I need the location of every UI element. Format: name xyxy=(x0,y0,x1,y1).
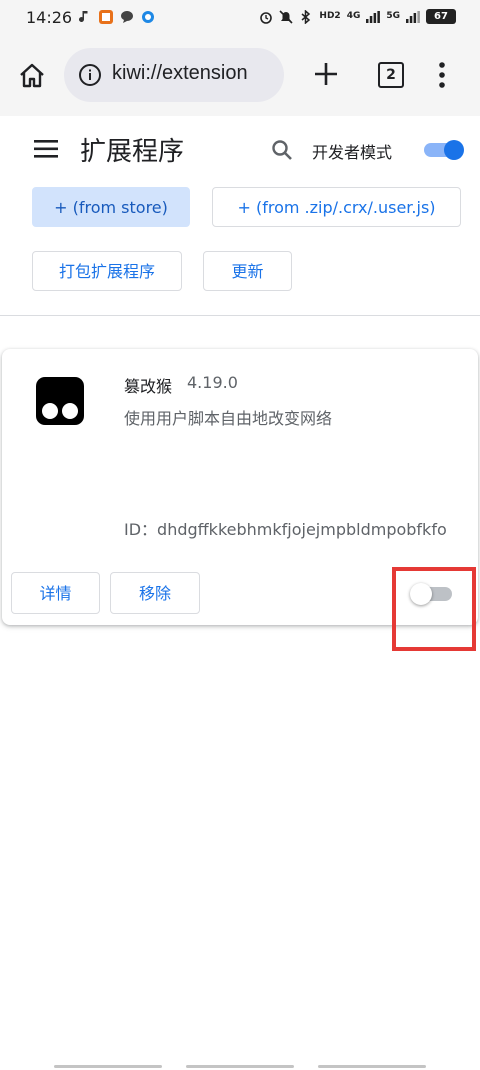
section-divider xyxy=(0,315,480,316)
alarm-icon xyxy=(259,10,273,24)
toggle-knob xyxy=(444,140,464,160)
browser-notification-icon xyxy=(141,10,155,24)
browser-toolbar: kiwi://extension 2 xyxy=(0,36,480,116)
logo-eye-right xyxy=(62,403,78,419)
url-text[interactable]: kiwi://extension xyxy=(112,62,248,85)
remove-button[interactable]: 移除 xyxy=(110,572,200,614)
message-icon xyxy=(120,10,134,24)
more-menu-icon[interactable] xyxy=(432,60,452,90)
nav-hint-left xyxy=(54,1065,162,1068)
load-from-store-button[interactable]: + (from store) xyxy=(32,187,190,227)
status-bar: 14:26 HD2 4G 5G 67 xyxy=(0,0,480,36)
bluetooth-icon xyxy=(299,9,313,24)
extension-description: 使用用户脚本自由地改变网络 xyxy=(124,409,333,428)
signal-icon xyxy=(366,10,381,24)
mute-icon xyxy=(279,9,293,24)
info-icon[interactable] xyxy=(78,63,102,87)
status-time: 14:26 xyxy=(26,8,73,27)
battery-indicator: 67 xyxy=(426,9,456,24)
details-button[interactable]: 详情 xyxy=(11,572,100,614)
logo-eye-left xyxy=(42,403,58,419)
tampermonkey-logo-icon xyxy=(36,377,84,425)
extension-version: 4.19.0 xyxy=(187,373,238,392)
search-icon[interactable] xyxy=(270,138,294,162)
nav-hint-right xyxy=(318,1065,426,1068)
status-right: HD2 4G 5G 67 xyxy=(259,9,456,24)
hamburger-menu-icon[interactable] xyxy=(34,138,58,160)
extensions-header: 扩展程序 开发者模式 xyxy=(0,120,480,180)
signal-icon-2 xyxy=(406,10,420,24)
page-title: 扩展程序 xyxy=(80,137,185,167)
extension-name: 篡改猴 xyxy=(124,377,173,396)
tab-switcher-button[interactable]: 2 xyxy=(378,62,404,88)
network-label-hd: HD2 xyxy=(319,11,341,21)
music-note-icon xyxy=(78,10,92,24)
update-button[interactable]: 更新 xyxy=(203,251,292,291)
address-bar[interactable]: kiwi://extension xyxy=(64,48,284,102)
home-button[interactable] xyxy=(14,58,50,94)
pack-extension-button[interactable]: 打包扩展程序 xyxy=(32,251,182,291)
extension-id: ID：dhdgffkkebhmkfjojejmpbldmpobfkfo xyxy=(124,520,447,539)
home-icon xyxy=(20,63,44,88)
nav-hint-center xyxy=(186,1065,294,1068)
app-notification-icon xyxy=(99,10,113,24)
developer-mode-toggle[interactable] xyxy=(422,140,464,160)
load-from-file-button[interactable]: + (from .zip/.crx/.user.js) xyxy=(212,187,461,227)
developer-mode-label: 开发者模式 xyxy=(312,143,393,162)
notification-icons xyxy=(78,10,155,24)
network-label-5g: 5G xyxy=(386,11,400,21)
new-tab-plus-icon[interactable] xyxy=(312,60,340,88)
highlight-annotation-box xyxy=(392,567,476,651)
network-label-4g: 4G xyxy=(346,11,361,21)
